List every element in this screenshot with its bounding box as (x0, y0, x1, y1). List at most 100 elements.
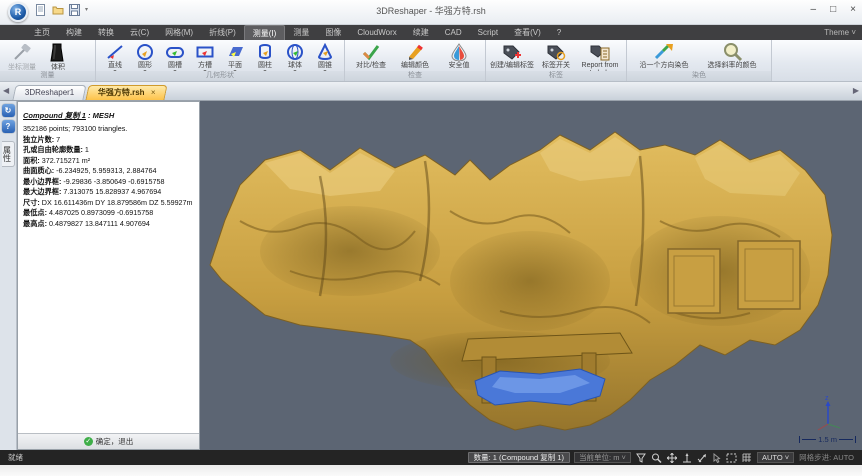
close-button[interactable]: × (850, 2, 856, 18)
status-ready: 就绪 (8, 452, 23, 463)
left-icon-strip: ↻ ? 属性 (0, 101, 17, 450)
axis-z-label: z (825, 395, 829, 402)
tag-switch-icon (545, 42, 567, 62)
ribbon-tab-home[interactable]: 主页 (26, 25, 58, 40)
color-along-direction-button[interactable]: 沿一个方向染色 (631, 41, 697, 70)
grid-icon[interactable] (742, 453, 752, 463)
scale-bar-label: 1.5 m (818, 435, 837, 444)
ribbon-empty-space (772, 40, 862, 81)
line-shape-icon (105, 42, 125, 62)
properties-panel-body: Compound 复制 1 : MESH 352186 points; 7931… (18, 102, 199, 433)
zoom-icon[interactable] (651, 453, 662, 463)
cone-shape-icon (315, 42, 335, 62)
maximize-button[interactable]: □ (830, 2, 836, 18)
ribbon-tab-image[interactable]: 图像 (317, 25, 349, 40)
mesh-stat-pieces: 独立片数: 7 (23, 135, 195, 146)
shape-circle-button[interactable]: 圆形 ▼ (130, 41, 160, 75)
panel-footer: ✓ 确定，退出 (18, 433, 199, 449)
ribbon-group-coloring: 沿一个方向染色 选择斜率的颜色 染色 (627, 40, 772, 81)
mesh-stat-holes: 孔或自由轮廓数量: 1 (23, 145, 195, 156)
document-tab-bar: ◀ 3DReshaper1 华强方特.rsh× ▶ (0, 82, 862, 101)
shape-cylinder-button[interactable]: 圆柱 ▼ (250, 41, 280, 75)
selection-box-icon[interactable] (726, 453, 737, 463)
ribbon-body: 坐标测量 体积 ▼ 测量 直线 ▼ (0, 40, 862, 82)
move-icon[interactable] (667, 453, 677, 463)
shape-slot-button[interactable]: 圆槽 ▼ (160, 41, 190, 75)
safety-value-button[interactable]: 安全值 (437, 41, 481, 70)
doc-tabs-prev-icon[interactable]: ◀ (3, 86, 9, 95)
status-bar: 就绪 数量: 1 (Compound 复制 1) 当前单位: m ˅ AUTO … (0, 450, 862, 465)
shape-rect-slot-button[interactable]: 方槽 ▼ (190, 41, 220, 75)
selection-info[interactable]: 数量: 1 (Compound 复制 1) (468, 452, 570, 463)
minimize-button[interactable]: – (811, 2, 817, 18)
doc-tab-3dreshaper1[interactable]: 3DReshaper1 (12, 85, 87, 100)
filter-icon[interactable] (636, 453, 646, 463)
theme-dropdown[interactable]: Theme ˅ (824, 25, 856, 40)
create-edit-label-button[interactable]: 创建/编辑标签 (490, 41, 534, 70)
ribbon-group-inspect: 对比/检查 编辑颜色 安全值 检查 (345, 40, 486, 81)
shape-sphere-button[interactable]: 球体 ▼ (280, 41, 310, 75)
properties-panel: Compound 复制 1 : MESH 352186 points; 7931… (17, 101, 200, 450)
ribbon-tab-survey[interactable]: 测量 (285, 25, 317, 40)
cylinder-shape-icon (255, 42, 275, 62)
shape-cone-button[interactable]: 圆锥 ▼ (310, 41, 340, 75)
ribbon-group-labels: 创建/编辑标签 标签开关 Report from Labels 标签 (486, 40, 627, 81)
status-icons (636, 453, 752, 463)
tag-report-icon (589, 42, 611, 62)
properties-tab[interactable]: 属性 (2, 141, 15, 167)
mesh-stat-points: 352186 points; 793100 triangles. (23, 124, 195, 135)
shape-line-button[interactable]: 直线 ▼ (100, 41, 130, 75)
sphere-shape-icon (285, 42, 305, 62)
compare-inspect-button[interactable]: 对比/检查 (349, 41, 393, 70)
ribbon-tab-cloud[interactable]: 云(C) (122, 25, 157, 40)
green-check-icon: ✓ (84, 437, 93, 446)
compare-check-icon (361, 42, 381, 62)
mesh-stat-centroid: 曲面质心: -6.234925, 5.959313, 2.884764 (23, 166, 195, 177)
title-bar: R ▾ 3DReshaper - 华强方特.rsh – □ × (0, 0, 862, 25)
slot-shape-icon (165, 42, 185, 62)
unit-dropdown[interactable]: 当前单位: m ˅ (574, 452, 631, 463)
mesh-stat-lowest: 最低点: 4.487025 0.8973099 -0.6915758 (23, 208, 195, 219)
ok-exit-button[interactable]: ✓ 确定，退出 (78, 435, 140, 448)
ribbon-tab-script[interactable]: Script (470, 25, 506, 40)
ribbon-tab-mesh[interactable]: 网格(M) (157, 25, 201, 40)
tag-plus-icon (501, 42, 523, 62)
edit-colors-button[interactable]: 编辑颜色 (393, 41, 437, 70)
doc-tab-close-icon[interactable]: × (151, 86, 156, 100)
ribbon-tab-view[interactable]: 查看(V) (506, 25, 549, 40)
mesh-stat-bbox-max: 最大边界框: 7.313075 15.828937 4.967694 (23, 187, 195, 198)
group-label-inspect: 检查 (345, 71, 485, 81)
viewport-3d[interactable]: z 1.5 m (200, 101, 862, 450)
rainbow-arrow-icon (653, 42, 675, 62)
ribbon-tab-polyline[interactable]: 折线(P) (201, 25, 244, 40)
main-area: ↻ ? 属性 Compound 复制 1 : MESH 352186 point… (0, 101, 862, 450)
doc-tab-huaqiangfangte[interactable]: 华强方特.rsh× (86, 85, 169, 100)
toggle-labels-button[interactable]: 标签开关 (534, 41, 578, 70)
plane-shape-icon (225, 42, 245, 62)
auto-dropdown[interactable]: AUTO ˅ (757, 452, 794, 463)
window-title: 3DReshaper - 华强方特.rsh (0, 4, 862, 17)
mesh-stat-bbox-min: 最小边界框: -9.29836 -3.850649 -0.6915758 (23, 177, 195, 188)
color-pencil-icon (405, 42, 425, 62)
app-window: R ▾ 3DReshaper - 华强方特.rsh – □ × 主页 构建 转换… (0, 0, 862, 476)
doc-tabs-next-icon[interactable]: ▶ (853, 86, 859, 95)
hammer-icon (12, 42, 32, 64)
axis-z-up-icon[interactable] (682, 453, 692, 463)
magnifier-icon (721, 42, 743, 62)
ribbon-tab-measure-active[interactable]: 测量(I) (244, 25, 286, 40)
back-icon[interactable]: ↻ (2, 104, 15, 117)
coordinate-measure-button[interactable]: 坐标测量 (4, 41, 40, 72)
group-label-measure: 测量 (0, 71, 95, 81)
shape-plane-button[interactable]: 平面 ▼ (220, 41, 250, 75)
ribbon-tab-convert[interactable]: 转换 (90, 25, 122, 40)
orbit-icon[interactable] (697, 453, 707, 463)
help-icon[interactable]: ? (2, 120, 15, 133)
ribbon-tab-help[interactable]: ? (549, 25, 569, 40)
pick-icon[interactable] (712, 453, 721, 463)
ribbon-tab-cad[interactable]: CAD (437, 25, 470, 40)
mesh-render (200, 101, 862, 450)
ribbon-tab-cloudworx[interactable]: CloudWorx (349, 25, 404, 40)
ribbon-tab-extend[interactable]: 续建 (405, 25, 437, 40)
slope-color-button[interactable]: 选择斜率的颜色 (697, 41, 767, 70)
ribbon-tab-construct[interactable]: 构建 (58, 25, 90, 40)
